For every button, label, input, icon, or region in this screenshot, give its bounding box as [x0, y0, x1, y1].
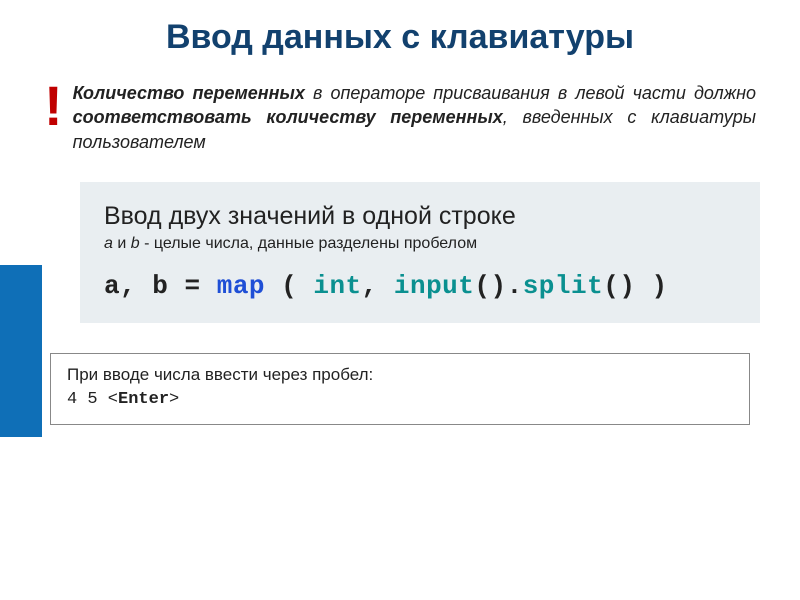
- code-line: a, b = map ( int, input().split() ): [104, 271, 736, 301]
- note-sample: 4 5 <: [67, 390, 118, 409]
- note-close: >: [169, 390, 179, 409]
- code-box-heading: Ввод двух значений в одной строке: [104, 202, 736, 231]
- code-int: int: [313, 271, 361, 301]
- code-map: map: [217, 271, 265, 301]
- warning-text-1: в операторе присваивания в левой части д…: [305, 83, 756, 103]
- code-box-subheading: a и b - целые числа, данные разделены пр…: [104, 235, 736, 253]
- note-enter: Enter: [118, 390, 169, 409]
- note-line-1: При вводе числа ввести через пробел:: [67, 364, 733, 387]
- code-input: input: [394, 271, 475, 301]
- warning-bold-1: Количество переменных: [73, 83, 305, 103]
- code-lhs: a, b =: [104, 271, 217, 301]
- blue-accent-strip: [0, 265, 42, 437]
- warning-text: Количество переменных в операторе присва…: [73, 81, 756, 154]
- warning-bold-2: соответствовать количеству переменных: [73, 107, 503, 127]
- warning-block: ! Количество переменных в операторе прис…: [40, 81, 760, 154]
- var-a: a: [104, 235, 113, 252]
- code-call2: () ): [603, 271, 667, 301]
- code-comma: ,: [362, 271, 394, 301]
- code-example-box: Ввод двух значений в одной строке a и b …: [80, 182, 760, 323]
- code-split: split: [523, 271, 604, 301]
- code-paren1: (: [265, 271, 313, 301]
- exclamation-icon: !: [44, 81, 63, 131]
- var-b: b: [131, 235, 140, 252]
- note-line-2: 4 5 <Enter>: [67, 387, 733, 412]
- sub-rest: - целые числа, данные разделены пробелом: [140, 235, 477, 252]
- code-call1: ().: [474, 271, 522, 301]
- sub-and: и: [113, 235, 131, 252]
- slide-title: Ввод данных с клавиатуры: [40, 18, 760, 57]
- note-box: При вводе числа ввести через пробел: 4 5…: [50, 353, 750, 425]
